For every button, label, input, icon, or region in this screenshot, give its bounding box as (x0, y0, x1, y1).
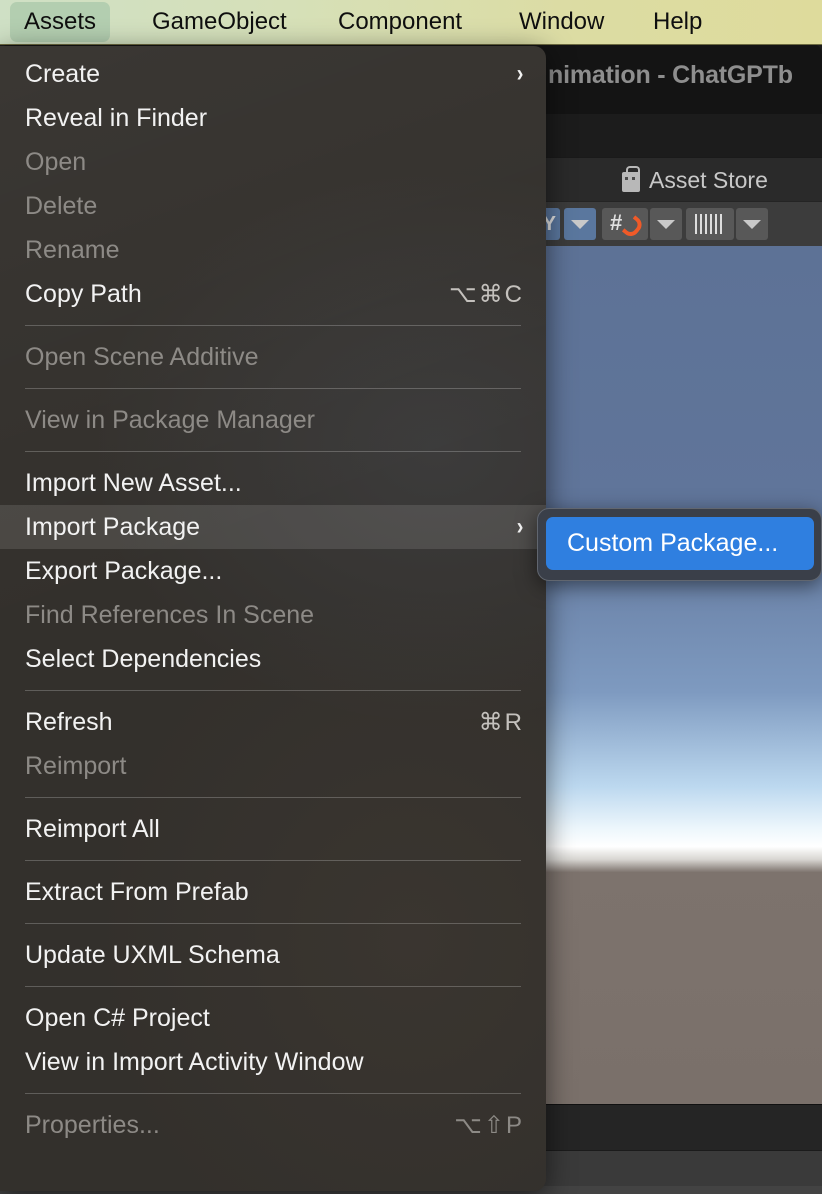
menu-item-label: Select Dependencies (25, 644, 262, 673)
menu-separator (25, 388, 521, 389)
menubar-item-gameobject-label: GameObject (152, 8, 287, 35)
menu-item-open-scene-additive: Open Scene Additive (0, 335, 546, 379)
menubar-item-window[interactable]: Window (505, 2, 618, 42)
menu-item-label: Create (25, 59, 101, 88)
grid-dropdown-button[interactable] (650, 208, 682, 240)
tab-asset-store[interactable]: Asset Store (622, 158, 768, 202)
chevron-down-icon (571, 219, 589, 229)
menu-item-view-in-import-activity-window[interactable]: View in Import Activity Window (0, 1040, 546, 1084)
submenu-item-custom-package[interactable]: Custom Package... (546, 517, 814, 570)
submenu-item-custom-package-label: Custom Package... (567, 529, 779, 557)
menubar-item-assets-label: Assets (24, 8, 97, 35)
menu-item-label: Import Package (25, 512, 201, 541)
menu-item-label: View in Package Manager (25, 405, 315, 434)
snap-increment-button[interactable] (686, 208, 734, 240)
editor-window-title: nimation - ChatGPTb (548, 61, 793, 89)
snap-dropdown-button[interactable] (736, 208, 768, 240)
menu-item-shortcut: ⌘R (478, 708, 524, 736)
menu-separator (25, 451, 521, 452)
tab-asset-store-label: Asset Store (649, 166, 768, 193)
menu-separator (25, 797, 521, 798)
menu-separator (25, 690, 521, 691)
application-menu-bar: Assets GameObject Component Window Help (0, 0, 822, 45)
menu-separator (25, 860, 521, 861)
chevron-right-icon: › (516, 60, 524, 87)
menu-item-open-csharp-project[interactable]: Open C# Project (0, 996, 546, 1040)
menu-item-find-references-in-scene: Find References In Scene (0, 593, 546, 637)
menu-item-label: Delete (25, 191, 98, 220)
grid-snapping-button[interactable]: # (602, 208, 648, 240)
menu-item-shortcut: ⌥⇧P (454, 1111, 524, 1139)
menubar-item-help-label: Help (653, 8, 703, 35)
menu-separator (25, 1093, 521, 1094)
menu-item-label: Properties... (25, 1110, 160, 1139)
menubar-item-window-label: Window (519, 8, 605, 35)
import-package-submenu: Custom Package... (537, 508, 822, 581)
menu-item-import-package[interactable]: Import Package › (0, 505, 546, 549)
menubar-item-help[interactable]: Help (639, 2, 716, 42)
menu-item-label: Find References In Scene (25, 600, 315, 629)
chevron-right-icon: › (516, 513, 524, 540)
menu-item-import-new-asset[interactable]: Import New Asset... (0, 461, 546, 505)
grid-snap-magnet-icon: # (610, 212, 646, 240)
menubar-item-component[interactable]: Component (324, 2, 476, 42)
menu-item-update-uxml-schema[interactable]: Update UXML Schema (0, 933, 546, 977)
menu-separator (25, 986, 521, 987)
menubar-item-assets[interactable]: Assets (10, 2, 111, 42)
pivot-dropdown-button[interactable] (564, 208, 596, 240)
assets-dropdown-menu: Create › Reveal in Finder Open Delete Rename C… (0, 46, 546, 1191)
menu-item-label: Reveal in Finder (25, 103, 208, 132)
menu-item-label: Copy Path (25, 279, 142, 308)
menu-item-shortcut: ⌥⌘C (449, 280, 524, 308)
menu-separator (25, 923, 521, 924)
menu-item-delete: Delete (0, 184, 546, 228)
chevron-down-icon (743, 219, 761, 229)
menu-item-extract-from-prefab[interactable]: Extract From Prefab (0, 870, 546, 914)
menu-item-label: Extract From Prefab (25, 877, 249, 906)
menu-item-label: Open Scene Additive (25, 342, 259, 371)
shopping-bag-icon (622, 165, 640, 192)
menu-item-open: Open (0, 140, 546, 184)
menu-item-view-in-package-manager: View in Package Manager (0, 398, 546, 442)
menu-item-label: Import New Asset... (25, 468, 242, 497)
menu-item-label: Refresh (25, 707, 113, 736)
menu-item-reimport: Reimport (0, 744, 546, 788)
menu-item-properties: Properties... ⌥⇧P (0, 1103, 546, 1147)
menu-item-label: Open C# Project (25, 1003, 210, 1032)
menu-item-label: Rename (25, 235, 120, 264)
menu-item-reveal-in-finder[interactable]: Reveal in Finder (0, 96, 546, 140)
menu-item-copy-path[interactable]: Copy Path ⌥⌘C (0, 272, 546, 316)
menubar-item-component-label: Component (338, 8, 463, 35)
chevron-down-icon (657, 219, 675, 229)
menu-item-label: Open (25, 147, 87, 176)
menu-item-reimport-all[interactable]: Reimport All (0, 807, 546, 851)
menu-item-select-dependencies[interactable]: Select Dependencies (0, 637, 546, 681)
menu-item-export-package[interactable]: Export Package... (0, 549, 546, 593)
menu-item-label: Reimport (25, 751, 127, 780)
menu-item-create[interactable]: Create › (0, 52, 546, 96)
snap-increment-icon (695, 214, 725, 234)
menu-item-rename: Rename (0, 228, 546, 272)
menu-item-label: Update UXML Schema (25, 940, 280, 969)
menu-separator (25, 325, 521, 326)
menu-item-label: Export Package... (25, 556, 223, 585)
menubar-item-gameobject[interactable]: GameObject (138, 2, 301, 42)
menu-item-label: View in Import Activity Window (25, 1047, 364, 1076)
menu-item-label: Reimport All (25, 814, 160, 843)
menu-item-refresh[interactable]: Refresh ⌘R (0, 700, 546, 744)
